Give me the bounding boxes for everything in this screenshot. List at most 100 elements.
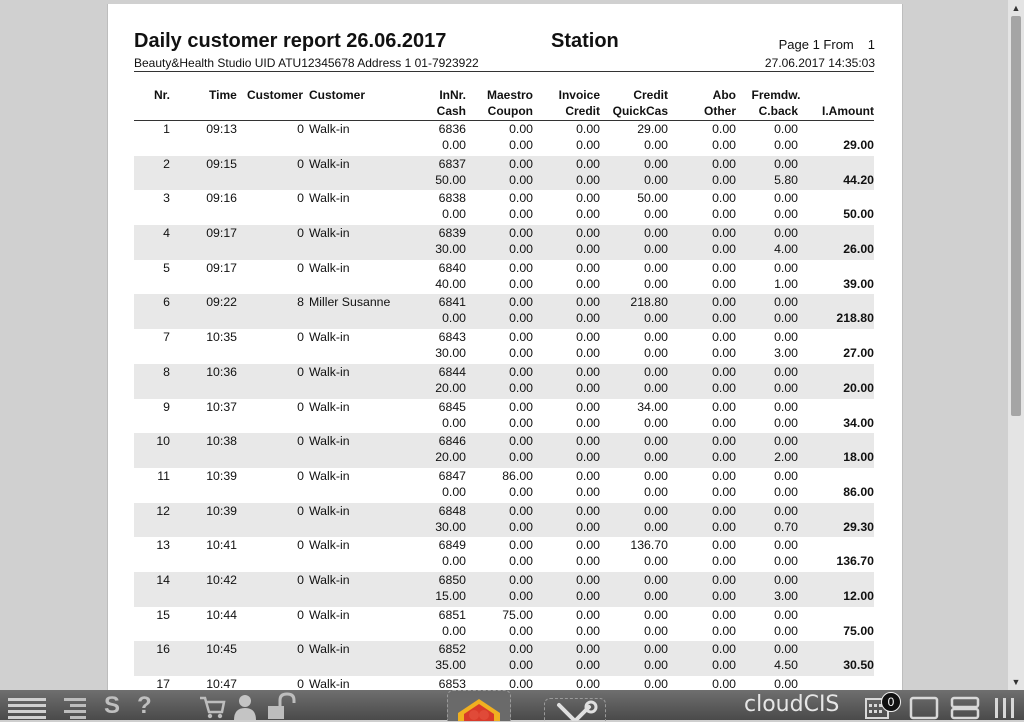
scroll-thumb[interactable] [1011,16,1021,416]
cell-cust-no: 0 [297,399,304,414]
cell-invoice: 0.00 [576,607,600,622]
col-cash: Cash [436,104,466,118]
cell-credit: 0.00 [644,468,668,483]
layout-rows-icon[interactable] [950,690,980,720]
help-icon[interactable]: ? [137,692,152,722]
table-row: 4 09:17 0 Walk-in 6839 30.00 0.00 0.00 0.00 0.00 0… [134,225,874,260]
layout-columns-icon[interactable] [992,690,1022,720]
cell-coupon: 0.00 [509,311,533,326]
cell-fremdw: 0.00 [774,364,798,379]
cell-credit2: 0.00 [576,658,600,673]
cell-other: 0.00 [712,172,736,187]
taskbar: S ? cloudCIS [0,690,1024,722]
cell-nr: 1 [163,122,170,136]
cell-cback: 1.00 [774,276,798,291]
col-amount: I.Amount [822,104,874,118]
unlock-icon[interactable] [266,690,300,720]
cell-invoice: 0.00 [576,156,600,171]
cell-nr: 5 [163,260,170,275]
cell-cback: 3.00 [774,588,798,603]
table-row: 5 09:17 0 Walk-in 6840 40.00 0.00 0.00 0.00 0.00 0… [134,260,874,295]
cell-time: 09:16 [206,191,237,206]
col-customer: Customer [309,88,366,102]
col-credit-b: Credit [565,104,600,118]
cell-amount: 39.00 [843,276,874,291]
cell-quickcas: 0.00 [644,415,668,430]
cell-cash: 20.00 [435,380,466,395]
report-page: Daily customer report 26.06.2017 Station… [107,4,903,690]
cell-innr: 6846 [438,434,466,449]
cell-quickcas: 0.00 [644,519,668,534]
cart-icon[interactable] [198,690,226,720]
cell-innr: 6836 [438,122,466,136]
cell-abo: 0.00 [712,677,736,690]
cell-cust-no: 0 [297,330,304,345]
cell-abo: 0.00 [712,503,736,518]
cell-credit: 0.00 [644,156,668,171]
list-icon[interactable] [62,690,90,720]
cell-maestro: 0.00 [509,572,533,587]
cell-cust-no: 0 [297,642,304,657]
table-row: 14 10:42 0 Walk-in 6850 15.00 0.00 0.00 0.00 0.00… [134,571,874,607]
user-icon[interactable] [232,690,258,720]
table-row: 11 10:39 0 Walk-in 6847 0.00 86.00 0.00 0.00 0.00… [134,468,874,503]
home-logo-button[interactable] [447,690,511,721]
page-total: 1 [867,37,875,52]
cell-credit2: 0.00 [576,623,600,638]
col-time: Time [209,88,237,102]
cell-amount: 218.80 [836,311,874,326]
cell-maestro: 0.00 [509,538,533,553]
cell-cback: 0.00 [774,138,798,152]
cell-abo: 0.00 [712,364,736,379]
report-table-body: 1 09:13 0 Walk-in 6836 0.00 0.00 0.00 0.00 0.00 29… [134,121,874,690]
col-coupon: Coupon [487,104,533,118]
col-credit: Credit [633,88,668,102]
cell-fremdw: 0.00 [774,295,798,310]
tools-icon [557,700,598,721]
menu-icon[interactable] [6,690,48,720]
cell-credit2: 0.00 [576,380,600,395]
cell-innr: 6841 [438,295,466,310]
page-label: Page 1 From [778,37,854,52]
cell-maestro: 75.00 [502,607,533,622]
cell-cback: 0.00 [774,623,798,638]
table-row: 3 09:16 0 Walk-in 6838 0.00 0.00 0.00 0.00 0.00 50… [134,190,874,225]
report-viewer: Daily customer report 26.06.2017 Station… [0,0,1008,690]
cell-quickcas: 0.00 [644,484,668,499]
cell-cback: 0.00 [774,207,798,222]
cell-credit2: 0.00 [576,138,600,152]
cell-nr: 17 [156,677,170,690]
cell-cash: 40.00 [435,276,466,291]
window-icon[interactable] [909,690,939,720]
cell-other: 0.00 [712,519,736,534]
cell-cust-no: 0 [297,226,304,241]
cell-quickcas: 0.00 [644,588,668,603]
cell-amount: 29.00 [843,138,874,152]
cell-invoice: 0.00 [576,191,600,206]
cell-time: 10:39 [206,468,237,483]
cell-cust-no: 0 [297,538,304,553]
cell-cash: 0.00 [442,484,466,499]
tools-button[interactable] [544,698,606,721]
s-icon[interactable]: S [104,692,120,722]
vertical-scrollbar[interactable]: ▲ ▼ [1008,0,1024,690]
cell-credit: 0.00 [644,677,668,690]
cell-credit: 0.00 [644,226,668,241]
cell-coupon: 0.00 [509,519,533,534]
cell-innr: 6844 [438,364,466,379]
cell-fremdw: 0.00 [774,156,798,171]
cell-amount: 27.00 [843,346,874,361]
cell-innr: 6851 [438,607,466,622]
scroll-up-arrow-icon[interactable]: ▲ [1008,0,1024,16]
cell-innr: 6839 [438,226,466,241]
cell-maestro: 0.00 [509,364,533,379]
cell-maestro: 86.00 [502,468,533,483]
cell-credit2: 0.00 [576,450,600,465]
col-cback: C.back [758,104,798,118]
table-row: 10 10:38 0 Walk-in 6846 20.00 0.00 0.00 0.00 0.00… [134,433,874,468]
cell-maestro: 0.00 [509,642,533,657]
cell-maestro: 0.00 [509,260,533,275]
scroll-down-arrow-icon[interactable]: ▼ [1008,674,1024,690]
cell-fremdw: 0.00 [774,191,798,206]
cell-cash: 20.00 [435,450,466,465]
